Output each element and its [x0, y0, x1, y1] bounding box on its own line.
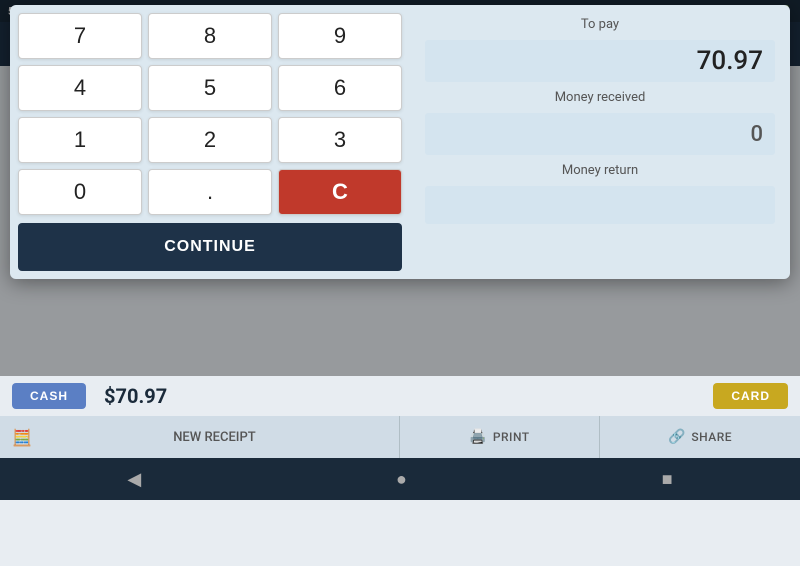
num-1-button[interactable]: 1 — [18, 117, 142, 163]
print-label: PRINT — [493, 430, 530, 444]
total-amount: $70.97 — [96, 384, 175, 408]
print-button[interactable]: 🖨️ PRINT — [400, 416, 600, 458]
new-receipt-button[interactable]: NEW RECEIPT — [42, 430, 387, 445]
action-bar: CASH $70.97 CARD — [0, 376, 800, 416]
share-label: SHARE — [691, 430, 732, 444]
home-nav-button[interactable]: ● — [376, 463, 427, 496]
share-icon: 🔗 — [668, 429, 685, 445]
num-7-button[interactable]: 7 — [18, 13, 142, 59]
cash-button[interactable]: CASH — [12, 383, 86, 409]
num-3-button[interactable]: 3 — [278, 117, 402, 163]
to-pay-label: To pay — [425, 17, 775, 32]
num-6-button[interactable]: 6 — [278, 65, 402, 111]
decimal-button[interactable]: . — [148, 169, 272, 215]
clear-button[interactable]: C — [278, 169, 402, 215]
recents-nav-button[interactable]: ■ — [642, 463, 693, 496]
num-5-button[interactable]: 5 — [148, 65, 272, 111]
numpad-grid: 7 8 9 4 5 6 1 2 3 0 . C — [18, 13, 402, 215]
num-0-button[interactable]: 0 — [18, 169, 142, 215]
num-4-button[interactable]: 4 — [18, 65, 142, 111]
money-received-label: Money received — [425, 90, 775, 105]
footer-right: 🖨️ PRINT 🔗 SHARE — [400, 416, 800, 458]
bottom-nav: ◀ ● ■ — [0, 458, 800, 500]
num-8-button[interactable]: 8 — [148, 13, 272, 59]
num-2-button[interactable]: 2 — [148, 117, 272, 163]
footer-toolbar: 🧮 NEW RECEIPT 🖨️ PRINT 🔗 SHARE — [0, 416, 800, 458]
back-nav-button[interactable]: ◀ — [107, 463, 161, 496]
money-return-value — [425, 186, 775, 224]
share-button[interactable]: 🔗 SHARE — [600, 416, 800, 458]
continue-button[interactable]: CONTINUE — [18, 223, 402, 271]
num-9-button[interactable]: 9 — [278, 13, 402, 59]
to-pay-value: 70.97 — [425, 40, 775, 82]
payment-dialog: 7 8 9 4 5 6 1 2 3 0 . C CONTINUE To pay … — [10, 5, 790, 279]
print-icon: 🖨️ — [469, 429, 486, 445]
card-button[interactable]: CARD — [713, 383, 788, 409]
calculator-icon: 🧮 — [12, 428, 32, 447]
money-return-label: Money return — [425, 163, 775, 178]
footer-left: 🧮 NEW RECEIPT — [0, 416, 400, 458]
payment-panel: To pay 70.97 Money received 0 Money retu… — [410, 5, 790, 279]
money-received-value: 0 — [425, 113, 775, 155]
dialog-overlay: 7 8 9 4 5 6 1 2 3 0 . C CONTINUE To pay … — [0, 0, 800, 392]
numpad-panel: 7 8 9 4 5 6 1 2 3 0 . C CONTINUE — [10, 5, 410, 279]
